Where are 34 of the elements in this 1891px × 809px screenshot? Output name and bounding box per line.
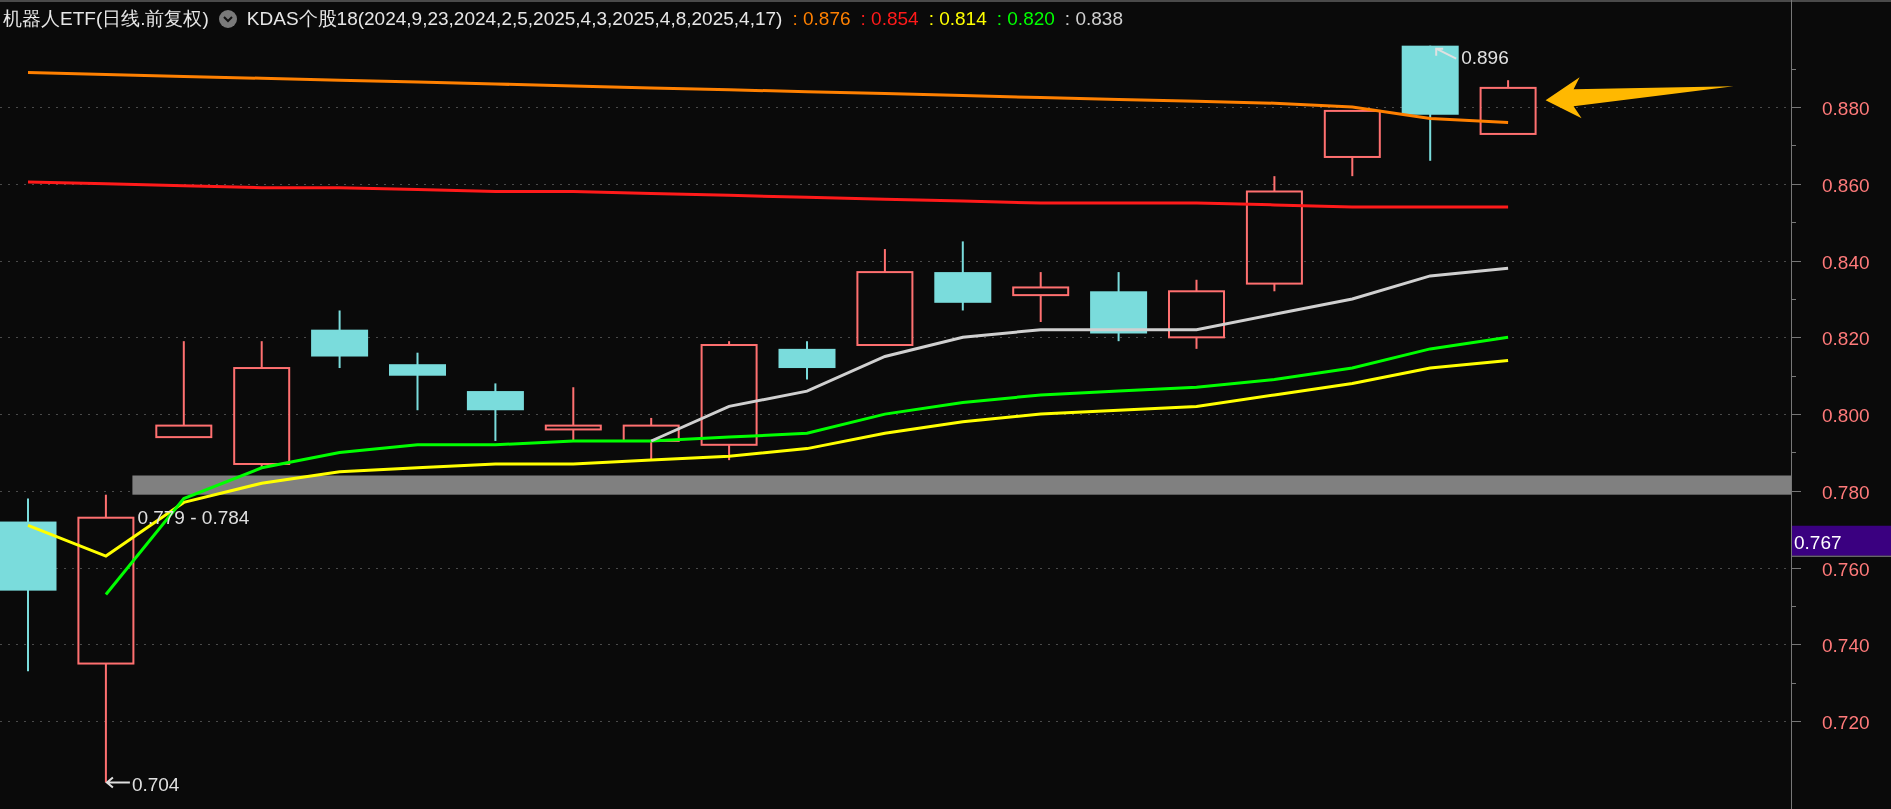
candlestick [934, 240, 992, 312]
price-tag: 0.767 [1791, 525, 1891, 557]
indicator-name: KDAS个股18(2024,9,23,2024,2,5,2025,4,3,2025,4,8,2025,4,17) [246, 7, 783, 31]
axis-label: 0.880 [1822, 97, 1870, 119]
candlestick [1479, 79, 1537, 135]
axis-label: 0.820 [1822, 327, 1870, 349]
indicator-value: : 0.838 [1064, 8, 1123, 30]
candlestick [1090, 271, 1148, 343]
candlestick [311, 309, 369, 370]
candlestick [1323, 109, 1381, 178]
indicator-value: : 0.814 [928, 8, 987, 30]
axis-label: 0.720 [1822, 711, 1870, 733]
candlestick [622, 416, 680, 462]
candlestick [389, 351, 446, 412]
left-arrow-icon [105, 776, 131, 789]
axis-label: 0.780 [1822, 481, 1870, 503]
candlestick [544, 386, 602, 442]
candlestick [466, 382, 524, 442]
indicator-value: : 0.820 [996, 8, 1055, 30]
low-price-label: 0.704 [131, 773, 180, 795]
chart-title: 机器人ETF(日线.前复权) [3, 7, 209, 31]
indicator-value: : 0.854 [860, 8, 919, 30]
candlestick [778, 340, 836, 381]
arrow-icon [1435, 47, 1458, 60]
axis-label: 0.800 [1822, 404, 1870, 426]
chevron-down-icon[interactable] [218, 10, 237, 28]
axis-label: 0.740 [1822, 634, 1870, 656]
axis-label: 0.860 [1822, 174, 1870, 196]
indicator-value: : 0.876 [792, 8, 851, 30]
axis-label: 0.760 [1822, 558, 1870, 580]
high-price-label: 0.896 [1461, 46, 1509, 68]
axis-label: 0.840 [1822, 251, 1870, 273]
candlestick [1012, 271, 1070, 323]
candlestick [1168, 278, 1225, 350]
